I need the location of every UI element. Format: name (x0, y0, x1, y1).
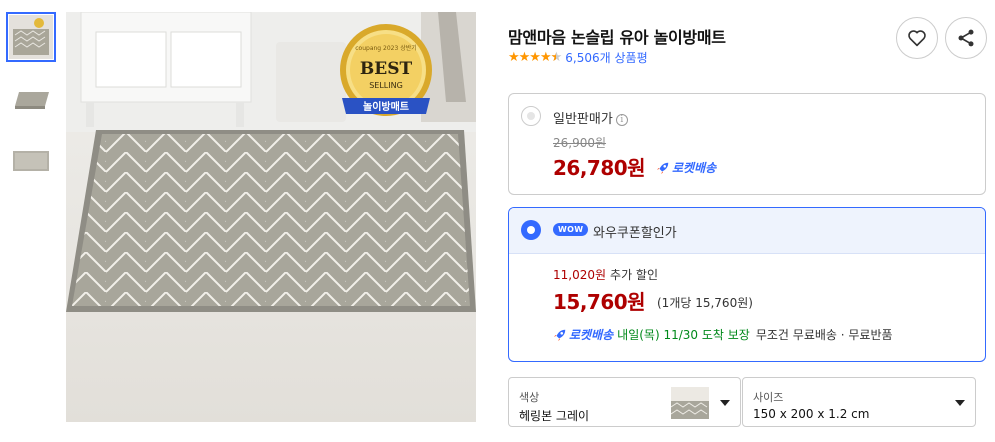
size-option-select[interactable]: 사이즈 150 x 200 x 1.2 cm (742, 377, 976, 427)
regular-price-label-text: 일반판매가 (553, 112, 613, 127)
badge-ribbon: 놀이방매트 (363, 100, 409, 113)
product-page: coupang 2023 상반기 BEST SELLING 놀이방매트 맘앤마음… (0, 0, 995, 442)
unit-price: (1개당 15,760원) (657, 296, 753, 310)
color-option-thumbnail (671, 387, 709, 419)
rocket-label: 로켓배송 (672, 161, 717, 175)
thumbnail-2[interactable] (6, 74, 56, 124)
discount-text: 추가 할인 (610, 268, 659, 282)
color-option-label: 색상 (519, 391, 540, 404)
caret-down-icon (955, 400, 965, 406)
rocket-icon (553, 329, 566, 341)
regular-price-option[interactable]: 일반판매가 i 26,900원 26,780원 로켓배송 (508, 93, 986, 195)
share-button[interactable] (945, 17, 987, 59)
review-count-link[interactable]: 6,506개 상품평 (565, 49, 647, 66)
size-option-value: 150 x 200 x 1.2 cm (753, 407, 870, 421)
discount-amount: 11,020원 (553, 268, 607, 282)
wow-badge: WOW (553, 223, 589, 236)
badge-line2: SELLING (369, 81, 403, 90)
wow-price: 15,760원 (553, 290, 646, 314)
wow-price-option[interactable]: WOW 와우쿠폰할인가 11,020원 추가 할인 15,760원 (1개당 15… (508, 207, 986, 362)
delivery-info: 로켓배송 내일(목) 11/30 도착 보장 무조건 무료배송 · 무료반품 (553, 326, 893, 343)
free-shipping-info: 무조건 무료배송 · 무료반품 (755, 328, 893, 342)
info-icon[interactable]: i (615, 114, 628, 126)
rocket-delivery-badge: 로켓배송 (656, 159, 716, 176)
thumbnail-list (6, 12, 56, 198)
product-title: 맘앤마음 논슬립 유아 놀이방매트 (508, 28, 726, 47)
heart-icon (908, 30, 926, 47)
color-option-value: 헤링본 그레이 (519, 409, 590, 423)
regular-price-radio[interactable] (521, 106, 541, 126)
caret-down-icon (720, 400, 730, 406)
rocket-delivery-badge-wow: 로켓배송 (553, 326, 613, 343)
size-option-label: 사이즈 (753, 391, 784, 404)
coupon-discount: 11,020원 추가 할인 (553, 266, 658, 283)
regular-price-label: 일반판매가 i (553, 108, 628, 127)
arrival-guarantee: 내일(목) 11/30 도착 보장 (617, 328, 750, 342)
wow-price-radio[interactable] (521, 220, 541, 240)
share-icon (958, 29, 974, 47)
original-price: 26,900원 (553, 136, 607, 150)
star-rating: ★★★★★ ★ (508, 49, 563, 65)
wishlist-button[interactable] (896, 17, 938, 59)
rocket-label-wow: 로켓배송 (569, 328, 614, 342)
badge-brand: coupang 2023 상반기 (355, 44, 417, 52)
product-main-image[interactable]: coupang 2023 상반기 BEST SELLING 놀이방매트 (66, 12, 476, 422)
color-option-select[interactable]: 색상 헤링본 그레이 (508, 377, 741, 427)
wow-header: WOW 와우쿠폰할인가 (509, 208, 985, 254)
badge-line1: BEST (360, 59, 413, 79)
half-star-icon: ★ ★ (550, 49, 563, 65)
thumbnail-3[interactable] (6, 136, 56, 186)
rocket-icon (656, 162, 669, 174)
wow-label: 와우쿠폰할인가 (593, 226, 677, 241)
regular-price: 26,780원 (553, 156, 646, 180)
thumbnail-1[interactable] (6, 12, 56, 62)
rating-row: ★★★★★ ★ 6,506개 상품평 (508, 48, 648, 66)
